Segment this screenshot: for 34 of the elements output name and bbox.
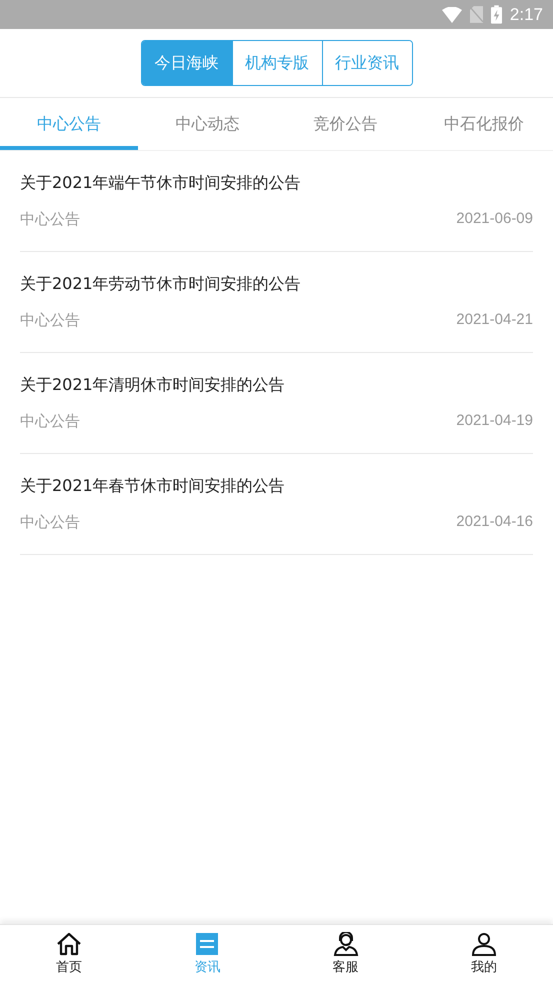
article-item[interactable]: 关于2021年清明休市时间安排的公告 中心公告 2021-04-19 <box>20 353 533 454</box>
article-title: 关于2021年清明休市时间安排的公告 <box>20 375 286 396</box>
article-title: 关于2021年劳动节休市时间安排的公告 <box>20 274 302 295</box>
article-item[interactable]: 关于2021年春节休市时间安排的公告 中心公告 2021-04-16 <box>20 454 533 555</box>
category-tab[interactable]: 竞价公告 <box>276 98 415 150</box>
nav-tab[interactable]: 资讯 <box>138 925 276 983</box>
nav-tab[interactable]: 我的 <box>414 925 553 983</box>
wifi-icon <box>442 6 462 22</box>
article-date: 2021-06-09 <box>456 210 533 229</box>
user-icon <box>470 932 497 956</box>
category-tab[interactable]: 中心公告 <box>0 98 138 150</box>
article-category: 中心公告 <box>20 210 80 229</box>
category-tab[interactable]: 中石化报价 <box>414 98 553 150</box>
article-date: 2021-04-19 <box>456 412 533 431</box>
news-icon <box>195 932 220 956</box>
category-tab[interactable]: 中心动态 <box>138 98 276 150</box>
home-icon <box>56 932 82 956</box>
article-category: 中心公告 <box>20 513 80 532</box>
nav-tab[interactable]: 首页 <box>0 925 138 983</box>
segment-tab[interactable]: 行业资讯 <box>322 41 412 85</box>
status-time: 2:17 <box>510 4 543 24</box>
article-date: 2021-04-21 <box>456 311 533 330</box>
article-date: 2021-04-16 <box>456 513 533 532</box>
article-title: 关于2021年端午节休市时间安排的公告 <box>20 173 302 194</box>
article-item[interactable]: 关于2021年端午节休市时间安排的公告 中心公告 2021-06-09 <box>20 151 533 252</box>
battery-charging-icon <box>490 5 502 24</box>
segment-tab[interactable]: 今日海峡 <box>142 41 232 85</box>
no-sim-icon <box>470 6 483 23</box>
article-category: 中心公告 <box>20 412 80 431</box>
article-title: 关于2021年春节休市时间安排的公告 <box>20 476 286 497</box>
article-category: 中心公告 <box>20 311 80 330</box>
article-item[interactable]: 关于2021年劳动节休市时间安排的公告 中心公告 2021-04-21 <box>20 252 533 353</box>
nav-tab[interactable]: 客服 <box>276 925 415 983</box>
headset-person-icon <box>332 932 359 956</box>
